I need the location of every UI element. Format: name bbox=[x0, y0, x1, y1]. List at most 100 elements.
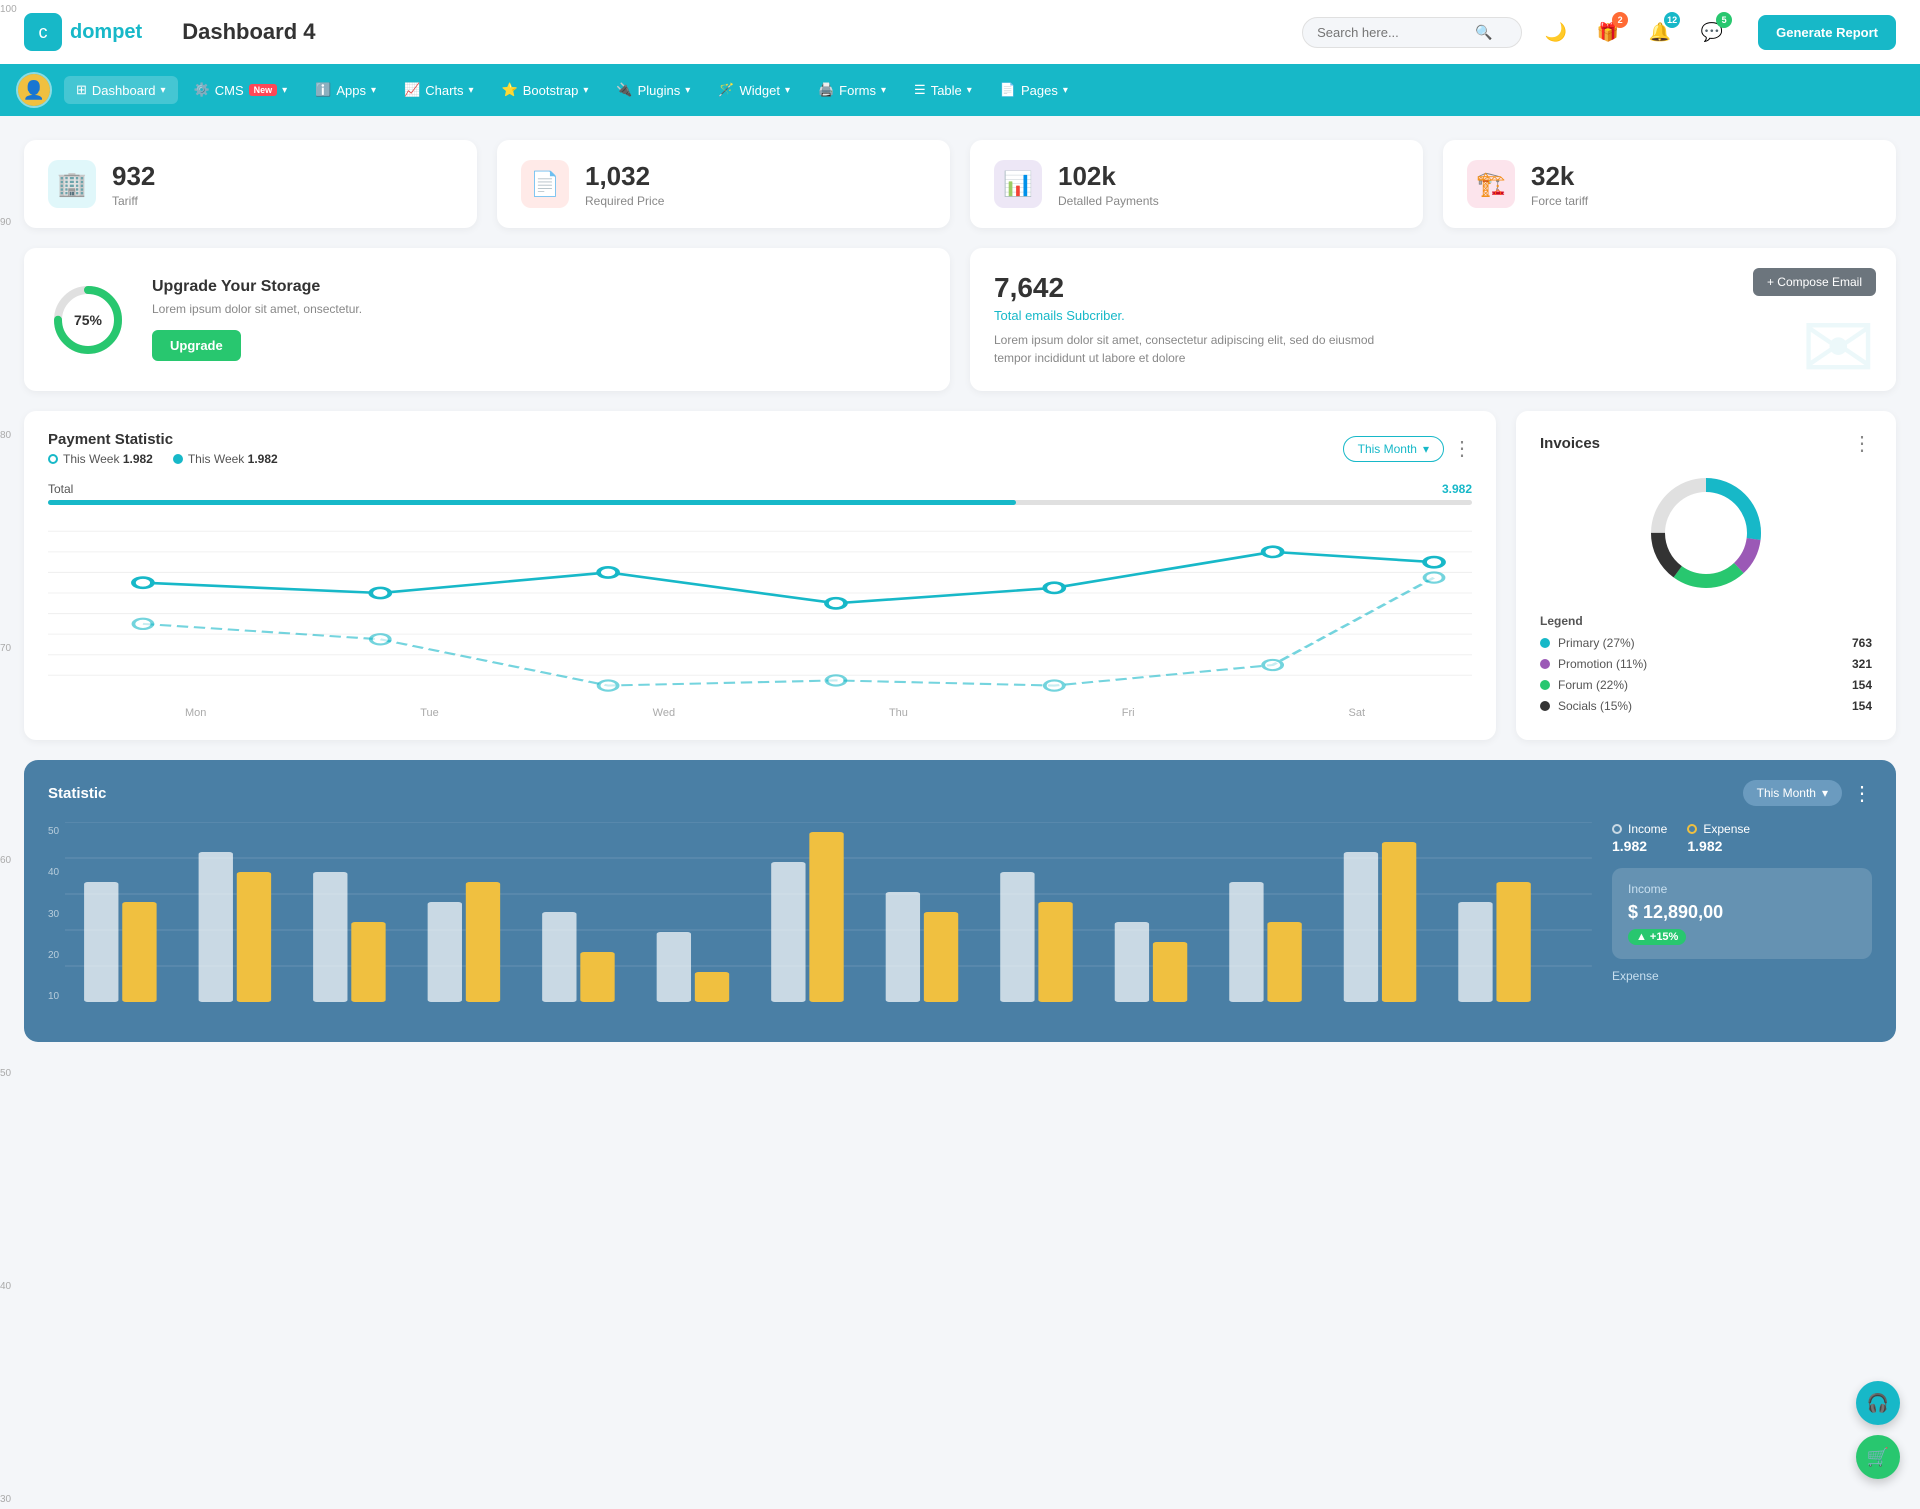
payment-legends: This Week 1.982 This Week 1.982 bbox=[48, 452, 278, 466]
nav-label-forms: Forms bbox=[839, 83, 876, 98]
search-bar[interactable]: 🔍 bbox=[1302, 17, 1522, 48]
line-chart-area: Mon Tue Wed Thu Fri Sat bbox=[48, 521, 1472, 719]
nav-label-plugins: Plugins bbox=[638, 83, 681, 98]
invoices-card: Invoices ⋮ bbox=[1516, 411, 1896, 740]
bar-y-30: 30 bbox=[48, 909, 59, 920]
row2: 75% Upgrade Your Storage Lorem ipsum dol… bbox=[24, 248, 1896, 391]
stat-info-payments: 102k Detalled Payments bbox=[1058, 161, 1159, 208]
tariff-value: 932 bbox=[112, 161, 155, 192]
stat-sidebar: Income 1.982 Expense 1.982 Income $ 1 bbox=[1612, 822, 1872, 1022]
legend-val-1: 1.982 bbox=[123, 452, 153, 466]
storage-donut: 75% bbox=[48, 280, 128, 360]
main-content: 🏢 932 Tariff 📄 1,032 Required Price 📊 10… bbox=[0, 116, 1920, 1066]
promotion-val: 321 bbox=[1852, 657, 1872, 671]
nav-item-table[interactable]: ☰ Table ▾ bbox=[902, 76, 984, 104]
legend-item-2: This Week 1.982 bbox=[173, 452, 278, 466]
nav-item-cms[interactable]: ⚙️ CMS New ▾ bbox=[182, 76, 300, 104]
legend-label-1: This Week bbox=[63, 452, 119, 466]
bar-y-labels: 50 40 30 20 10 bbox=[48, 822, 65, 1022]
search-icon: 🔍 bbox=[1475, 24, 1492, 41]
total-row: Total 3.982 bbox=[48, 482, 1472, 496]
storage-info: Upgrade Your Storage Lorem ipsum dolor s… bbox=[152, 278, 362, 361]
stat-card-payments: 📊 102k Detalled Payments bbox=[970, 140, 1423, 228]
force-tariff-value: 32k bbox=[1531, 161, 1588, 192]
bell-badge: 12 bbox=[1664, 12, 1680, 28]
bell-btn[interactable]: 🔔 12 bbox=[1642, 14, 1678, 50]
required-price-value: 1,032 bbox=[585, 161, 664, 192]
stat-income-expense-legend: Income 1.982 Expense 1.982 bbox=[1612, 822, 1872, 854]
expense-legend-item: Expense 1.982 bbox=[1687, 822, 1750, 854]
statistic-month-button[interactable]: This Month ▾ bbox=[1743, 780, 1842, 806]
up-arrow-icon: ▲ bbox=[1636, 931, 1647, 943]
total-label: Total bbox=[48, 482, 73, 496]
avatar-image: 👤 bbox=[18, 74, 50, 106]
cart-button[interactable]: 🛒 bbox=[1856, 1435, 1900, 1479]
required-price-label: Required Price bbox=[585, 194, 664, 208]
nav-item-forms[interactable]: 🖨️ Forms ▾ bbox=[806, 76, 898, 104]
invoices-more-button[interactable]: ⋮ bbox=[1852, 431, 1872, 456]
y-label-80: 80 bbox=[0, 430, 17, 441]
nav-item-plugins[interactable]: 🔌 Plugins ▾ bbox=[604, 76, 702, 104]
email-description: Lorem ipsum dolor sit amet, consectetur … bbox=[994, 331, 1414, 367]
invoice-item-forum-label-wrap: Forum (22%) bbox=[1540, 678, 1852, 692]
nav-item-dashboard[interactable]: ⊞ Dashboard ▾ bbox=[64, 76, 178, 104]
expense-legend-label: Expense bbox=[1703, 822, 1750, 836]
headset-button[interactable]: 🎧 bbox=[1856, 1381, 1900, 1425]
legend-val-2: 1.982 bbox=[248, 452, 278, 466]
invoices-title: Invoices bbox=[1540, 435, 1600, 452]
chevron-down-icon: ▾ bbox=[161, 85, 166, 96]
payments-icon: 📊 bbox=[994, 160, 1042, 208]
legend-dot-1 bbox=[48, 454, 58, 464]
invoice-item-primary-label-wrap: Primary (27%) bbox=[1540, 636, 1852, 650]
forum-dot bbox=[1540, 680, 1550, 690]
search-input[interactable] bbox=[1317, 25, 1467, 40]
invoices-donut-wrap bbox=[1540, 468, 1872, 598]
header-icons: 🌙 🎁 2 🔔 12 💬 5 Generate Report bbox=[1538, 14, 1896, 50]
payment-progress-bar bbox=[48, 500, 1472, 505]
nav-item-charts[interactable]: 📈 Charts ▾ bbox=[392, 76, 486, 104]
payment-more-button[interactable]: ⋮ bbox=[1452, 436, 1472, 461]
x-label-wed: Wed bbox=[653, 707, 675, 719]
statistic-controls: This Month ▾ ⋮ bbox=[1743, 780, 1872, 806]
chevron-down-icon-apps: ▾ bbox=[371, 85, 376, 96]
statistic-more-button[interactable]: ⋮ bbox=[1852, 781, 1872, 806]
generate-report-button[interactable]: Generate Report bbox=[1758, 15, 1896, 50]
moon-btn[interactable]: 🌙 bbox=[1538, 14, 1574, 50]
nav-label-pages: Pages bbox=[1021, 83, 1058, 98]
chevron-down-icon-widget: ▾ bbox=[785, 85, 790, 96]
chat-btn[interactable]: 💬 5 bbox=[1694, 14, 1730, 50]
nav-item-widget[interactable]: 🪄 Widget ▾ bbox=[706, 76, 802, 104]
bar-chart-container: 50 40 30 20 10 bbox=[48, 822, 1592, 1022]
promotion-label: Promotion (11%) bbox=[1558, 657, 1852, 671]
page-title: Dashboard 4 bbox=[182, 19, 1302, 45]
legend-dot-2 bbox=[173, 454, 183, 464]
chevron-down-icon-cms: ▾ bbox=[282, 85, 287, 96]
payment-header: Payment Statistic This Week 1.982 This W… bbox=[48, 431, 1472, 466]
nav-item-bootstrap[interactable]: ⭐ Bootstrap ▾ bbox=[490, 76, 601, 104]
forms-icon: 🖨️ bbox=[818, 82, 834, 98]
invoices-donut-svg bbox=[1641, 468, 1771, 598]
gift-btn[interactable]: 🎁 2 bbox=[1590, 14, 1626, 50]
nav-item-apps[interactable]: ℹ️ Apps ▾ bbox=[303, 76, 388, 104]
chevron-down-icon-forms: ▾ bbox=[881, 85, 886, 96]
chevron-down-icon-pages: ▾ bbox=[1063, 85, 1068, 96]
nav-item-pages[interactable]: 📄 Pages ▾ bbox=[988, 76, 1080, 104]
legend-label-2: This Week bbox=[188, 452, 244, 466]
bar-y-40: 40 bbox=[48, 867, 59, 878]
x-label-sat: Sat bbox=[1348, 707, 1365, 719]
statistic-month-label: This Month bbox=[1757, 786, 1816, 800]
bar-chart-area bbox=[65, 822, 1592, 1022]
email-card: + Compose Email 7,642 Total emails Subcr… bbox=[970, 248, 1896, 391]
chevron-down-icon-charts: ▾ bbox=[469, 85, 474, 96]
nav-label-apps: Apps bbox=[336, 83, 366, 98]
header: c dompet Dashboard 4 🔍 🌙 🎁 2 🔔 12 💬 5 Ge… bbox=[0, 0, 1920, 64]
compose-email-button[interactable]: + Compose Email bbox=[1753, 268, 1876, 296]
income-legend-item: Income 1.982 bbox=[1612, 822, 1667, 854]
income-box-value: $ 12,890,00 bbox=[1628, 902, 1856, 923]
payment-header-left: Payment Statistic This Week 1.982 This W… bbox=[48, 431, 278, 466]
bar-y-10: 10 bbox=[48, 991, 59, 1002]
this-month-button[interactable]: This Month ▾ bbox=[1343, 436, 1444, 462]
upgrade-button[interactable]: Upgrade bbox=[152, 330, 241, 361]
bar-chart-with-labels: 50 40 30 20 10 bbox=[48, 822, 1592, 1022]
email-subtitle: Total emails Subcriber. bbox=[994, 308, 1872, 323]
